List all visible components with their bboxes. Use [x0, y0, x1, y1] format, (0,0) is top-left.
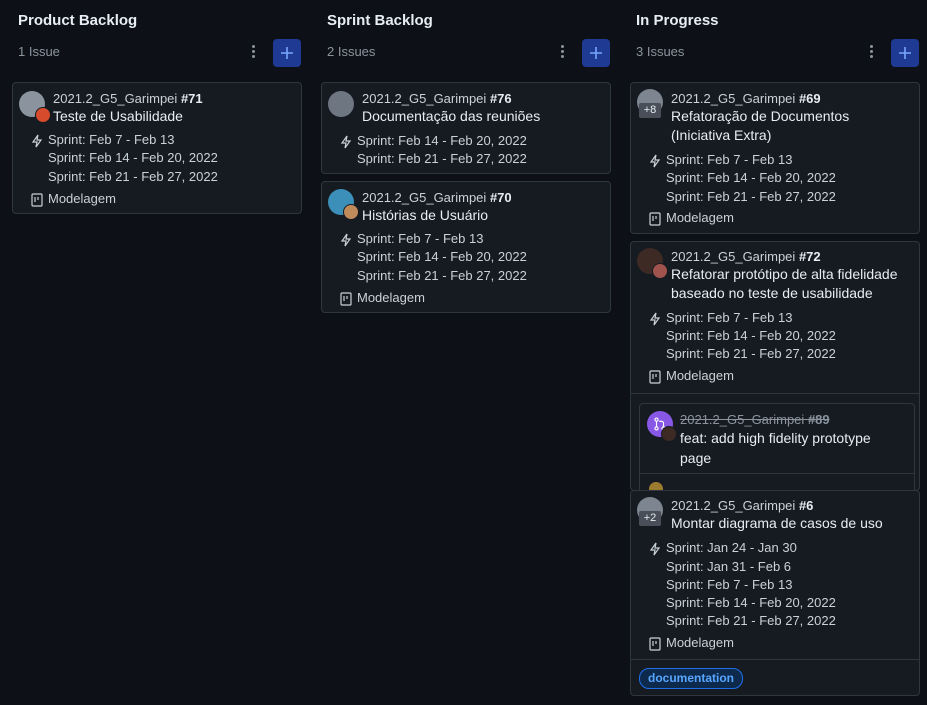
sprint-field[interactable]: Sprint: Feb 21 - Feb 27, 2022 — [666, 346, 836, 361]
plus-icon — [590, 47, 602, 59]
pr-number: #89 — [807, 412, 830, 427]
sprint-field[interactable]: Sprint: Feb 14 - Feb 20, 2022 — [357, 133, 527, 148]
avatar — [328, 91, 354, 117]
project-field[interactable]: Modelagem — [666, 210, 734, 225]
lightning-icon — [649, 312, 661, 326]
sprint-field[interactable]: Sprint: Feb 14 - Feb 20, 2022 — [666, 328, 836, 343]
issue-card[interactable]: 2021.2_G5_Garimpei #70 Histórias de Usuá… — [321, 181, 611, 313]
issue-number: #71 — [180, 91, 203, 106]
column-title: In Progress — [636, 12, 719, 29]
divider — [631, 393, 919, 394]
linked-pull-request[interactable]: 2021.2_G5_Garimpei #89 feat: add high fi… — [639, 403, 915, 490]
issue-card[interactable]: 2021.2_G5_Garimpei #76 Documentação das … — [321, 82, 611, 174]
plus-icon — [899, 47, 911, 59]
lightning-icon — [340, 233, 352, 247]
assignee-count-badge: +2 — [639, 511, 661, 526]
add-item-button[interactable] — [891, 39, 919, 67]
sprint-field[interactable]: Sprint: Feb 7 - Feb 13 — [666, 310, 792, 325]
column-title: Product Backlog — [18, 12, 138, 29]
kebab-icon[interactable] — [554, 43, 570, 63]
sprint-field[interactable]: Sprint: Feb 14 - Feb 20, 2022 — [357, 249, 527, 264]
kebab-icon[interactable] — [863, 43, 879, 63]
issue-title[interactable]: Refatorar protótipo de alta fidelidade b… — [671, 265, 911, 303]
avatar — [661, 426, 677, 442]
lightning-icon — [31, 134, 43, 148]
issue-repo[interactable]: 2021.2_G5_Garimpei #70 — [362, 190, 512, 205]
label-badge[interactable]: documentation — [639, 668, 743, 689]
project-board-icon — [31, 193, 43, 207]
issue-number: #69 — [798, 91, 821, 106]
issue-title[interactable]: Histórias de Usuário — [362, 206, 488, 225]
pr-repo[interactable]: 2021.2_G5_Garimpei #89 — [680, 412, 830, 427]
column-title: Sprint Backlog — [327, 12, 433, 29]
project-field[interactable]: Modelagem — [357, 290, 425, 305]
plus-icon — [281, 47, 293, 59]
issue-repo[interactable]: 2021.2_G5_Garimpei #72 — [671, 249, 821, 264]
kebab-icon[interactable] — [245, 43, 261, 63]
add-item-button[interactable] — [582, 39, 610, 67]
column-count: 1 Issue — [18, 44, 60, 59]
divider — [640, 473, 914, 474]
project-field[interactable]: Modelagem — [48, 191, 116, 206]
issue-card[interactable]: 2021.2_G5_Garimpei #71 Teste de Usabilid… — [12, 82, 302, 214]
issue-card[interactable]: +8 2021.2_G5_Garimpei #69 Refatoração de… — [630, 82, 920, 234]
issue-repo[interactable]: 2021.2_G5_Garimpei #76 — [362, 91, 512, 106]
project-board-icon — [649, 370, 661, 384]
lightning-icon — [649, 154, 661, 168]
issue-title[interactable]: Documentação das reuniões — [362, 107, 540, 126]
divider — [631, 659, 919, 660]
avatar — [343, 204, 359, 220]
sprint-field[interactable]: Sprint: Feb 21 - Feb 27, 2022 — [357, 268, 527, 283]
sprint-field[interactable]: Sprint: Feb 7 - Feb 13 — [666, 152, 792, 167]
sprint-field[interactable]: Sprint: Feb 14 - Feb 20, 2022 — [48, 150, 218, 165]
lightning-icon — [649, 542, 661, 556]
issue-number: #70 — [489, 190, 512, 205]
sprint-field[interactable]: Sprint: Feb 14 - Feb 20, 2022 — [666, 595, 836, 610]
avatar — [652, 263, 668, 279]
sprint-field[interactable]: Sprint: Feb 21 - Feb 27, 2022 — [666, 189, 836, 204]
avatar — [35, 107, 51, 123]
column-count: 2 Issues — [327, 44, 376, 59]
sprint-field[interactable]: Sprint: Feb 21 - Feb 27, 2022 — [666, 613, 836, 628]
sprint-field[interactable]: Sprint: Jan 24 - Jan 30 — [666, 540, 797, 555]
issue-number: #6 — [798, 498, 814, 513]
sprint-field[interactable]: Sprint: Feb 21 - Feb 27, 2022 — [48, 169, 218, 184]
sprint-field[interactable]: Sprint: Feb 7 - Feb 13 — [48, 132, 174, 147]
column-count: 3 Issues — [636, 44, 685, 59]
project-board-icon — [649, 212, 661, 226]
sprint-field[interactable]: Sprint: Jan 31 - Feb 6 — [666, 559, 791, 574]
issue-title[interactable]: Refatoração de Documentos (Iniciativa Ex… — [671, 107, 901, 145]
issue-repo[interactable]: 2021.2_G5_Garimpei #69 — [671, 91, 821, 106]
issue-title[interactable]: Montar diagrama de casos de uso — [671, 514, 883, 533]
sprint-field[interactable]: Sprint: Feb 7 - Feb 13 — [357, 231, 483, 246]
sprint-field[interactable]: Sprint: Feb 21 - Feb 27, 2022 — [357, 151, 527, 166]
project-board-icon — [649, 637, 661, 651]
lightning-icon — [340, 135, 352, 149]
sprint-field[interactable]: Sprint: Feb 14 - Feb 20, 2022 — [666, 170, 836, 185]
issue-title[interactable]: Teste de Usabilidade — [53, 107, 183, 126]
project-field[interactable]: Modelagem — [666, 635, 734, 650]
issue-repo[interactable]: 2021.2_G5_Garimpei #6 — [671, 498, 813, 513]
issue-card[interactable]: 2021.2_G5_Garimpei #72 Refatorar protóti… — [630, 241, 920, 491]
issue-number: #76 — [489, 91, 512, 106]
issue-repo[interactable]: 2021.2_G5_Garimpei #71 — [53, 91, 203, 106]
project-board-icon — [340, 292, 352, 306]
issue-card[interactable]: +2 2021.2_G5_Garimpei #6 Montar diagrama… — [630, 490, 920, 696]
issue-number: #72 — [798, 249, 821, 264]
pr-title[interactable]: feat: add high fidelity prototype page — [680, 428, 900, 468]
project-field[interactable]: Modelagem — [666, 368, 734, 383]
add-item-button[interactable] — [273, 39, 301, 67]
sprint-field[interactable]: Sprint: Feb 7 - Feb 13 — [666, 577, 792, 592]
assignee-count-badge: +8 — [639, 103, 661, 118]
